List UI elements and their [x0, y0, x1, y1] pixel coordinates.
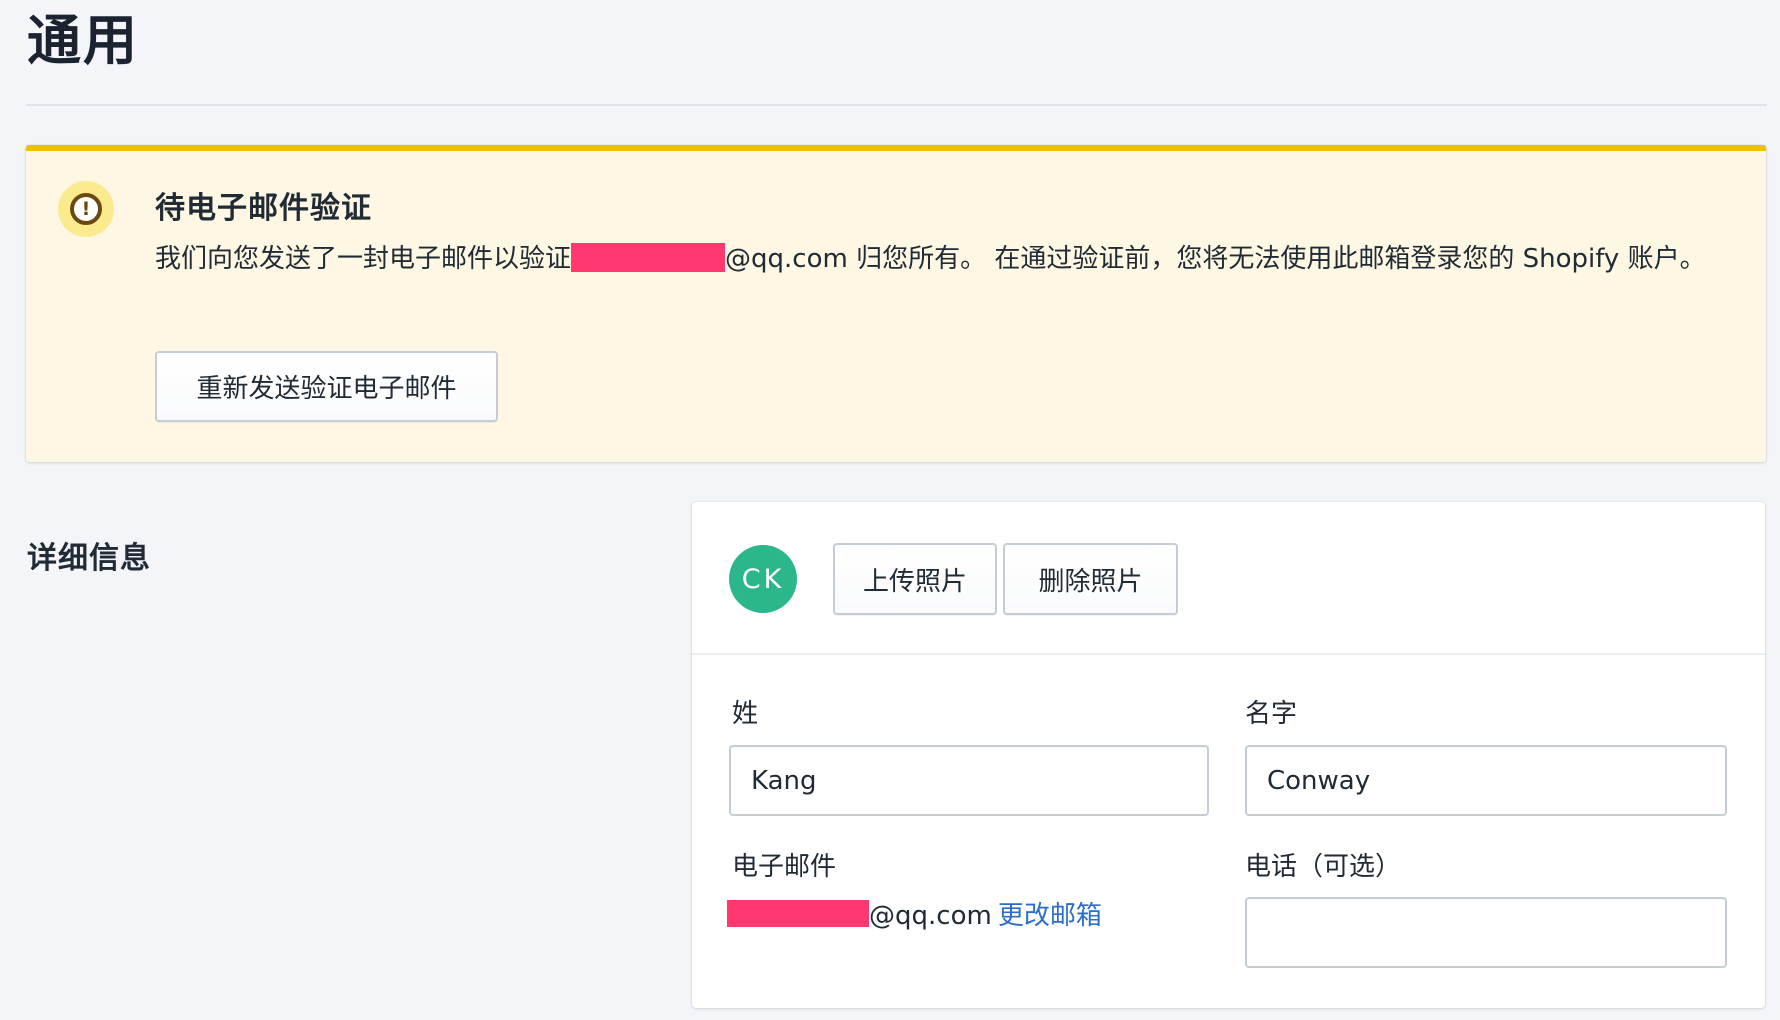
- banner-message: 我们向您发送了一封电子邮件以验证 @qq.com 归您所有。 在通过验证前，您将无…: [155, 239, 1735, 279]
- redacted-email-local-part: [571, 242, 726, 272]
- exclamation-glyph: !: [70, 193, 102, 225]
- last-name-input[interactable]: [729, 745, 1209, 816]
- delete-photo-button[interactable]: 删除照片: [1003, 543, 1178, 615]
- first-name-label: 名字: [1245, 699, 1298, 729]
- email-label: 电子邮件: [732, 852, 837, 882]
- banner-message-suffix: @qq.com 归您所有。 在通过验证前，您将无法使用此邮箱登录您的 Shopi…: [725, 244, 1706, 274]
- banner-title: 待电子邮件验证: [155, 191, 372, 226]
- resend-verification-email-button[interactable]: 重新发送验证电子邮件: [155, 351, 498, 422]
- exclamation-circle-icon: !: [58, 181, 114, 237]
- upload-photo-button[interactable]: 上传照片: [833, 543, 997, 615]
- banner-message-prefix: 我们向您发送了一封电子邮件以验证: [155, 244, 572, 274]
- phone-input[interactable]: [1245, 897, 1727, 968]
- details-section-title: 详细信息: [27, 541, 151, 576]
- page-title: 通用: [27, 9, 139, 72]
- email-value: @qq.com 更改邮箱: [727, 896, 1102, 936]
- change-email-link[interactable]: 更改邮箱: [998, 901, 1102, 931]
- email-verification-banner: ! 待电子邮件验证 我们向您发送了一封电子邮件以验证 @qq.com 归您所有。 …: [26, 145, 1766, 462]
- card-divider: [692, 653, 1765, 655]
- last-name-label: 姓: [732, 699, 759, 729]
- phone-label: 电话（可选）: [1245, 852, 1402, 882]
- email-domain: @qq.com: [869, 901, 992, 931]
- redacted-email-local-part: [727, 900, 869, 927]
- avatar: CK: [729, 545, 797, 613]
- details-card: CK 上传照片 删除照片 姓 名字 电子邮件 @qq.com更改邮箱 电话（可选…: [692, 502, 1765, 1008]
- first-name-input[interactable]: [1245, 745, 1727, 816]
- title-divider: [26, 104, 1767, 106]
